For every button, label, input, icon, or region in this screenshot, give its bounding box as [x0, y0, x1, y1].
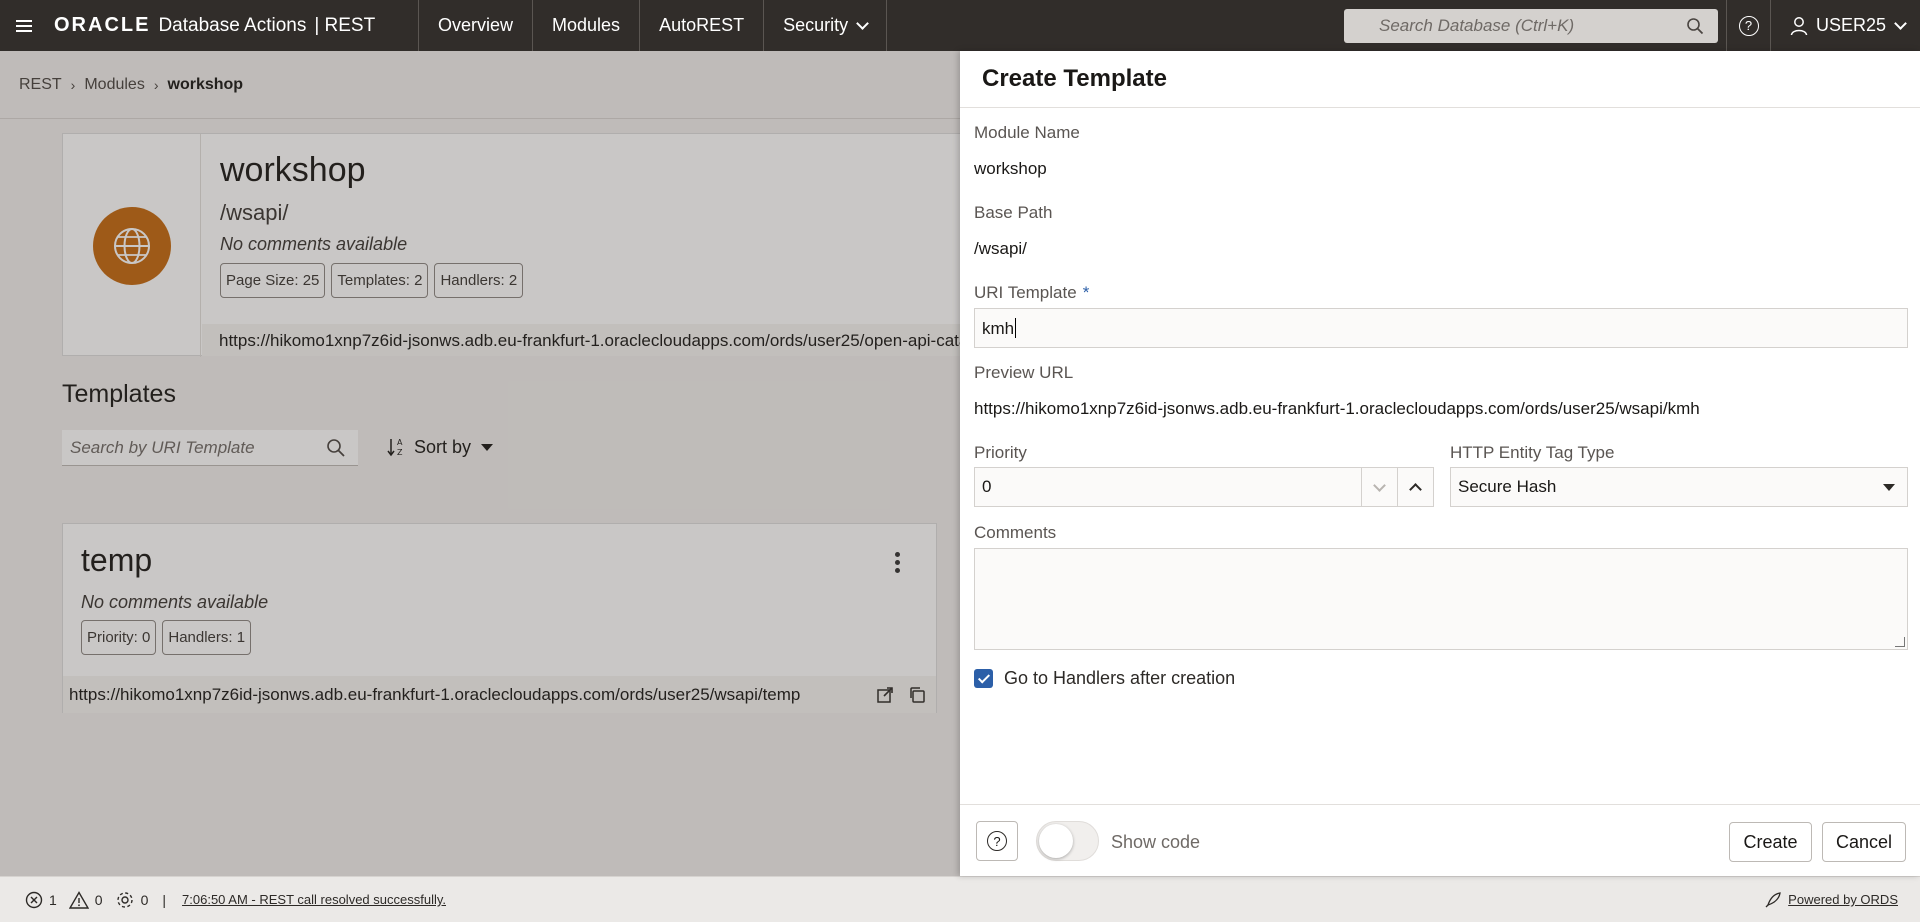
priority-stepper[interactable]: 0 — [974, 467, 1434, 507]
caret-down-icon — [1883, 483, 1895, 491]
section-name: | REST — [314, 14, 376, 36]
uri-template-value: kmh — [982, 319, 1015, 338]
base-path-label: Base Path — [974, 203, 1053, 222]
nav-security[interactable]: Security — [763, 0, 888, 51]
show-code-label[interactable]: Show code — [1111, 832, 1200, 853]
user-icon — [1790, 16, 1808, 35]
search-database-placeholder: Search Database (Ctrl+K) — [1379, 16, 1575, 35]
oracle-logo: ORACLE — [54, 14, 151, 36]
status-message[interactable]: 7:06:50 AM - REST call resolved successf… — [182, 892, 446, 907]
go-to-handlers-checkbox[interactable] — [974, 669, 993, 688]
drawer-header-divider — [960, 107, 1920, 108]
uri-template-input[interactable]: kmh — [974, 308, 1908, 348]
search-icon — [1687, 18, 1704, 35]
module-name-label: Module Name — [974, 123, 1080, 142]
main-nav: Overview Modules AutoREST Security — [418, 0, 888, 51]
settings-count-value: 0 — [140, 891, 149, 908]
create-button[interactable]: Create — [1729, 822, 1812, 862]
preview-url-label: Preview URL — [974, 363, 1074, 382]
chevron-down-icon — [1894, 16, 1907, 30]
show-code-toggle[interactable] — [1036, 821, 1099, 861]
top-bar: ORACLE Database Actions | REST Overview … — [0, 0, 1920, 51]
toggle-knob — [1039, 824, 1073, 858]
etag-type-label: HTTP Entity Tag Type — [1450, 443, 1615, 462]
chevron-down-icon — [856, 16, 870, 30]
warning-count-value: 0 — [94, 891, 103, 908]
user-name: USER25 — [1816, 15, 1887, 35]
priority-value[interactable]: 0 — [975, 468, 1361, 506]
gear-icon — [116, 891, 133, 908]
comments-textarea[interactable] — [974, 548, 1908, 650]
rocket-icon — [1765, 891, 1781, 907]
error-icon — [25, 891, 43, 908]
priority-decrement-button[interactable] — [1361, 468, 1397, 506]
powered-by-ords-link[interactable]: Powered by ORDS — [1764, 891, 1898, 909]
text-cursor — [1015, 318, 1017, 338]
warning-count[interactable]: 0 — [68, 890, 103, 909]
etag-type-value: Secure Hash — [1458, 477, 1557, 496]
nav-autorest[interactable]: AutoREST — [639, 0, 763, 51]
user-menu[interactable]: USER25 — [1790, 0, 1907, 51]
nav-overview[interactable]: Overview — [418, 0, 532, 51]
priority-increment-button[interactable] — [1397, 468, 1433, 506]
go-to-handlers-label[interactable]: Go to Handlers after creation — [1004, 668, 1235, 689]
comments-label: Comments — [974, 523, 1057, 542]
status-separator: | — [162, 891, 167, 908]
help-button[interactable]: ? — [1726, 0, 1771, 51]
module-name-value: workshop — [974, 159, 1047, 178]
help-icon: ? — [1738, 15, 1759, 36]
uri-template-label: URI Template * — [974, 283, 1089, 303]
product-name: Database Actions — [158, 14, 307, 36]
priority-label: Priority — [974, 443, 1027, 462]
brand[interactable]: ORACLE Database Actions | REST — [48, 0, 418, 51]
modal-overlay[interactable] — [0, 51, 960, 876]
drawer-title: Create Template — [982, 65, 1167, 92]
drawer-footer-divider — [960, 804, 1920, 805]
help-icon: ? — [987, 831, 1007, 851]
error-count[interactable]: 1 — [25, 891, 57, 909]
create-template-drawer: Create Template Module Name workshop Bas… — [960, 51, 1920, 876]
cancel-button[interactable]: Cancel — [1822, 822, 1906, 862]
chevron-down-icon — [1373, 478, 1386, 492]
resize-handle-icon[interactable] — [1895, 637, 1905, 647]
warning-icon — [68, 890, 89, 909]
nav-security-label: Security — [783, 15, 849, 35]
drawer-help-button[interactable]: ? — [976, 821, 1018, 861]
base-path-value: /wsapi/ — [974, 239, 1027, 258]
uri-template-label-text: URI Template — [974, 283, 1077, 302]
nav-modules[interactable]: Modules — [532, 0, 639, 51]
chevron-up-icon — [1409, 483, 1422, 496]
powered-by-label: Powered by ORDS — [1788, 892, 1898, 907]
required-marker: * — [1082, 283, 1090, 302]
search-database-input[interactable]: Search Database (Ctrl+K) — [1344, 9, 1718, 43]
settings-count[interactable]: 0 — [115, 890, 149, 910]
etag-type-select[interactable]: Secure Hash — [1450, 467, 1908, 507]
go-to-handlers-option[interactable]: Go to Handlers after creation — [974, 668, 1235, 689]
preview-url-value: https://hikomo1xnp7z6id-jsonws.adb.eu-fr… — [974, 399, 1700, 418]
hamburger-menu-icon[interactable] — [0, 0, 48, 51]
status-bar: 1 0 0 | 7:06:50 AM - REST call resolved … — [0, 876, 1920, 922]
error-count-value: 1 — [49, 891, 57, 908]
